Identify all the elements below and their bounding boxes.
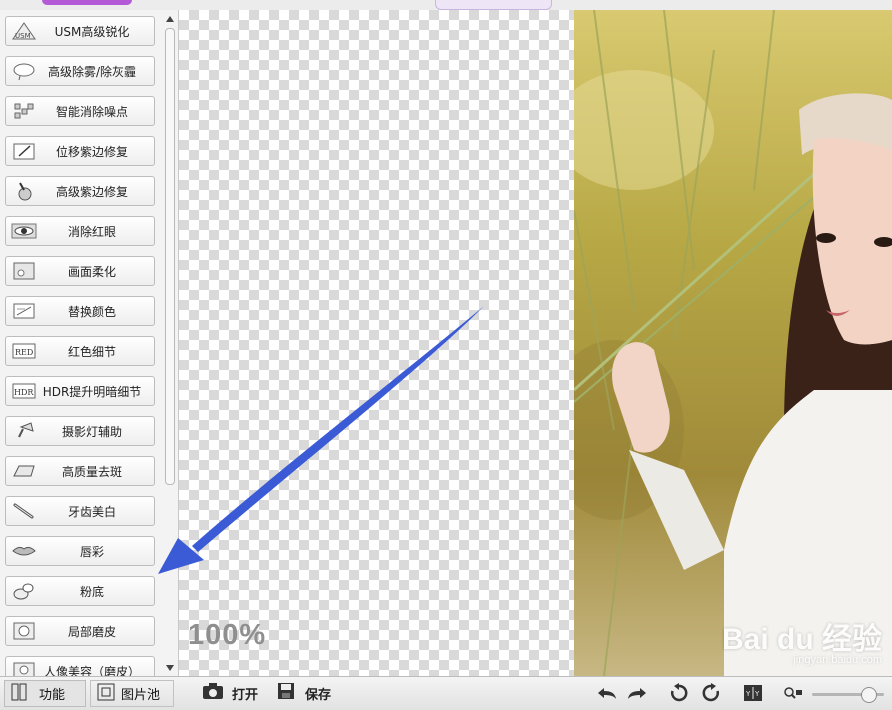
tab-picture-pool-label: 图片池 [121,688,161,703]
rotate-left-icon[interactable] [668,683,690,703]
tab-functions[interactable]: 功能 [4,680,86,707]
zoom-indicator: 100% [188,619,267,651]
tool-panel: USM USM高级锐化 高级除雾/除灰霾 智能消除噪点 位移紫边修复 高级紫边修… [0,10,179,676]
noise-icon [10,100,38,122]
lamp-icon [10,420,38,442]
tool-label: 人像美容（磨皮） [43,664,140,677]
scroll-thumb[interactable] [165,28,175,485]
top-tab[interactable] [435,0,552,10]
zoom-slider-thumb[interactable] [861,687,878,703]
svg-text:USM: USM [15,32,31,40]
tool-label: 高质量去斑 [61,464,122,479]
portrait-photo [574,10,892,676]
lips-icon [10,540,38,562]
open-button[interactable]: 打开 [202,681,258,705]
tab-picture-pool[interactable]: 图片池 [90,680,174,707]
tool-label: USM高级锐化 [54,24,130,39]
tool-label: 牙齿美白 [67,504,116,519]
redo-icon[interactable] [626,683,648,703]
tool-teeth-whitening[interactable]: 牙齿美白 [5,496,155,526]
floppy-icon [277,682,295,704]
picture-pool-icon [97,683,115,705]
open-label: 打开 [232,687,259,703]
tool-local-smoothing[interactable]: 局部磨皮 [5,616,155,646]
face-icon [10,620,38,642]
tool-label: HDR提升明暗细节 [42,384,142,399]
tool-label: 画面柔化 [67,264,116,279]
red-icon: RED [10,340,38,362]
tool-label: 替换颜色 [67,304,116,319]
portrait-icon [10,660,38,676]
tool-soften[interactable]: 画面柔化 [5,256,155,286]
top-tab-active[interactable] [42,0,132,5]
tool-label: 高级除雾/除灰霾 [47,64,137,79]
toothbrush-icon [10,500,38,522]
tool-denoise[interactable]: 智能消除噪点 [5,96,155,126]
tool-label: 智能消除噪点 [55,104,128,119]
cloud-icon [10,60,38,82]
tool-spot-removal[interactable]: 高质量去斑 [5,456,155,486]
replace-color-icon [10,300,38,322]
scroll-up-icon[interactable] [166,16,174,22]
tool-replace-color[interactable]: 替换颜色 [5,296,155,326]
tool-lip-color[interactable]: 唇彩 [5,536,155,566]
tool-label: 红色细节 [67,344,116,359]
svg-text:Y: Y [745,690,751,698]
flip-icon[interactable]: YY [742,683,764,703]
scroll-down-icon[interactable] [166,665,174,671]
tool-hdr[interactable]: HDR HDR提升明暗细节 [5,376,155,406]
compact-icon [10,580,38,602]
tool-label: 位移紫边修复 [55,144,128,159]
tool-redeye[interactable]: 消除红眼 [5,216,155,246]
soften-icon [10,260,38,282]
eye-icon [10,220,38,242]
eraser-icon [10,460,38,482]
panel-layout-icon [11,683,27,705]
hdr-icon: HDR [10,380,38,402]
svg-text:HDR: HDR [14,388,34,397]
svg-text:RED: RED [15,348,33,357]
transparent-canvas[interactable] [179,10,574,676]
zoom-out-icon[interactable] [782,683,804,703]
save-label: 保存 [305,687,332,703]
tool-foundation[interactable]: 粉底 [5,576,155,606]
brush-icon [10,180,38,202]
usm-icon: USM [10,20,38,42]
tool-advanced-fringe[interactable]: 高级紫边修复 [5,176,155,206]
tool-label: 消除红眼 [67,224,116,239]
pen-frame-icon [10,140,38,162]
watermark: Bai du 经验 jingyan.baidu.com [722,614,882,666]
rotate-right-icon[interactable] [700,683,722,703]
tool-label: 局部磨皮 [67,624,116,639]
tool-defog[interactable]: 高级除雾/除灰霾 [5,56,155,86]
undo-icon[interactable] [596,683,618,703]
tool-label: 粉底 [79,584,104,599]
camera-icon [202,682,224,704]
bottom-toolbar: 功能 图片池 打开 保存 YY [0,676,892,710]
watermark-url: jingyan.baidu.com [793,654,882,666]
svg-text:Y: Y [754,690,760,698]
tool-label: 唇彩 [79,544,104,559]
tool-label: 高级紫边修复 [55,184,128,199]
watermark-text: Bai du 经验 [721,623,882,656]
tool-red-detail[interactable]: RED 红色细节 [5,336,155,366]
zoom-slider[interactable] [812,687,884,703]
save-button[interactable]: 保存 [277,681,331,705]
tool-usm-sharpen[interactable]: USM USM高级锐化 [5,16,155,46]
tab-functions-label: 功能 [39,688,66,703]
tool-panel-scrollbar[interactable] [163,10,177,676]
tool-lamp[interactable]: 摄影灯辅助 [5,416,155,446]
tool-portrait-beauty[interactable]: 人像美容（磨皮） [5,656,155,676]
tool-label: 摄影灯辅助 [61,424,122,439]
photo-preview[interactable]: Bai du 经验 jingyan.baidu.com [574,10,892,676]
tool-shift-fringe[interactable]: 位移紫边修复 [5,136,155,166]
